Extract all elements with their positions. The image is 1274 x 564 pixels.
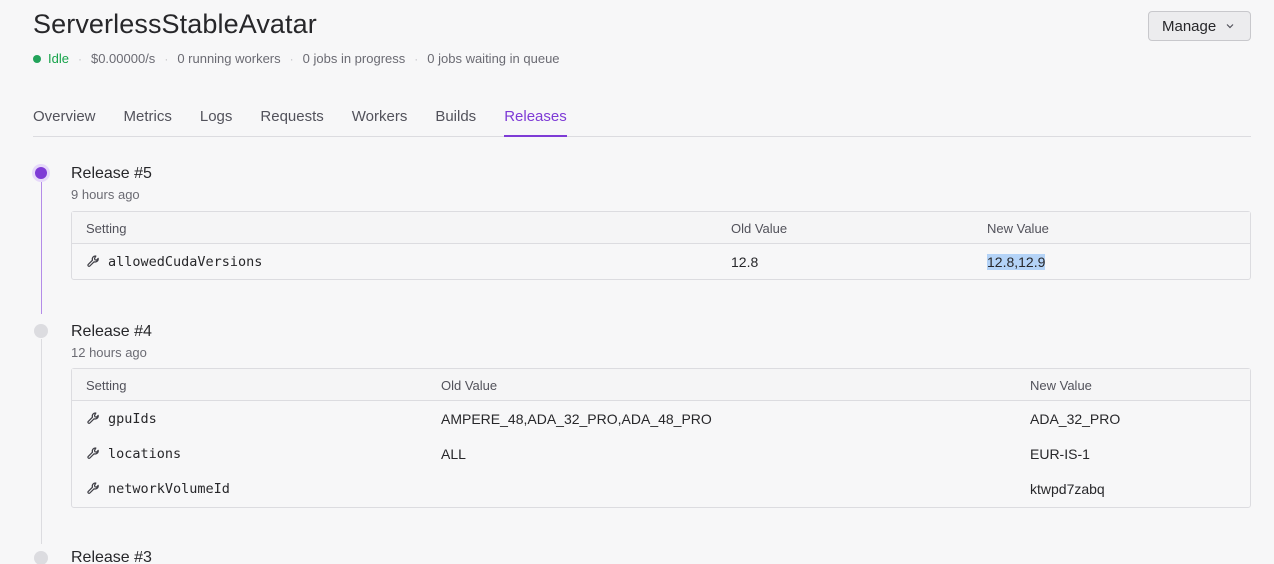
- release-time: 9 hours ago: [71, 187, 140, 202]
- wrench-icon: [87, 412, 99, 424]
- page-title: ServerlessStableAvatar: [33, 9, 317, 39]
- tab-metrics[interactable]: Metrics: [124, 106, 172, 137]
- status-running-workers: 0 running workers: [177, 51, 281, 66]
- setting-cell: locations: [86, 436, 181, 471]
- release-node-inactive: [34, 551, 48, 564]
- release-table: Setting Old Value New Value allowedCudaV…: [71, 211, 1251, 280]
- tab-logs[interactable]: Logs: [200, 106, 233, 137]
- separator: ·: [164, 51, 169, 66]
- release-node-inactive: [34, 324, 48, 338]
- table-row: gpuIds AMPERE_48,ADA_32_PRO,ADA_48_PRO A…: [72, 401, 1250, 436]
- column-old-value: Old Value: [441, 378, 498, 393]
- column-setting: Setting: [86, 378, 127, 393]
- separator: ·: [414, 51, 419, 66]
- new-value-cell: ADA_32_PRO: [1030, 410, 1121, 427]
- column-old-value: Old Value: [731, 221, 788, 236]
- status-jobs-in-progress: 0 jobs in progress: [302, 51, 406, 66]
- old-value-cell: 12.8: [731, 253, 759, 270]
- release-title: Release #5: [71, 165, 152, 182]
- status-dot-icon: [33, 54, 41, 63]
- tab-builds[interactable]: Builds: [435, 106, 476, 137]
- table-header: Setting Old Value New Value: [72, 212, 1250, 244]
- tab-releases[interactable]: Releases: [504, 106, 567, 137]
- new-value-cell: ktwpd7zabq: [1030, 480, 1105, 497]
- manage-button[interactable]: Manage: [1148, 11, 1251, 41]
- status-state: Idle: [48, 51, 69, 66]
- setting-cell: allowedCudaVersions: [86, 244, 262, 279]
- column-new-value: New Value: [987, 221, 1049, 236]
- old-value-cell: ALL: [441, 445, 466, 462]
- setting-name: networkVolumeId: [108, 480, 230, 497]
- release-table: Setting Old Value New Value gpuIds AMPER…: [71, 368, 1251, 508]
- release-title: Release #3: [71, 549, 152, 564]
- status-cost: $0.00000/s: [90, 51, 156, 66]
- tab-workers[interactable]: Workers: [352, 106, 408, 137]
- release-node-active: [32, 164, 50, 182]
- setting-cell: gpuIds: [86, 401, 157, 436]
- status-bar: Idle · $0.00000/s · 0 running workers · …: [33, 51, 560, 66]
- new-value-cell: EUR-IS-1: [1030, 445, 1090, 462]
- setting-name: allowedCudaVersions: [108, 253, 263, 270]
- tab-overview[interactable]: Overview: [33, 106, 96, 137]
- status-jobs-in-queue: 0 jobs waiting in queue: [427, 51, 560, 66]
- release-time: 12 hours ago: [71, 345, 147, 360]
- wrench-icon: [87, 447, 99, 459]
- table-row: locations ALL EUR-IS-1: [72, 436, 1250, 471]
- chevron-down-icon: [1226, 24, 1234, 29]
- table-row: networkVolumeId ktwpd7zabq: [72, 471, 1250, 506]
- table-header: Setting Old Value New Value: [72, 369, 1250, 401]
- column-new-value: New Value: [1030, 378, 1092, 393]
- timeline-line: [41, 339, 42, 544]
- separator: ·: [289, 51, 294, 66]
- setting-name: gpuIds: [108, 410, 157, 427]
- wrench-icon: [87, 255, 99, 267]
- manage-button-label: Manage: [1162, 17, 1217, 35]
- new-value-text[interactable]: 12.8,12.9: [987, 253, 1046, 270]
- release-title: Release #4: [71, 323, 152, 340]
- timeline-line: [41, 182, 42, 314]
- setting-cell: networkVolumeId: [86, 471, 230, 506]
- new-value-cell: 12.8,12.9: [987, 244, 1046, 279]
- column-setting: Setting: [86, 221, 127, 236]
- setting-name: locations: [108, 445, 182, 462]
- tab-bar: Overview Metrics Logs Requests Workers B…: [33, 106, 1251, 137]
- wrench-icon: [87, 482, 99, 494]
- table-row: allowedCudaVersions 12.8 12.8,12.9: [72, 244, 1250, 279]
- tab-requests[interactable]: Requests: [260, 106, 323, 137]
- old-value-cell: AMPERE_48,ADA_32_PRO,ADA_48_PRO: [441, 410, 712, 427]
- separator: ·: [77, 51, 82, 66]
